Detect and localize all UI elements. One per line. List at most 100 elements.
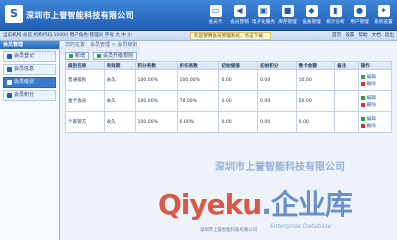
table-row: 普通级别 永久 100.00% 100.00% 0.00 0.00 10.00 …: [65, 69, 393, 91]
delete-link[interactable]: 删除: [360, 123, 389, 129]
cell-points-rate: 100.00%: [134, 111, 178, 133]
document-icon: [7, 93, 12, 98]
megaphone-icon: ◀: [233, 5, 246, 17]
edit-icon: [360, 116, 365, 121]
sidebar: 会员管理 会员登记 会员信息 会员级别 会员积分: [0, 41, 60, 240]
col-validity: 有效期: [103, 61, 136, 70]
edit-link[interactable]: 编辑: [360, 116, 389, 122]
sidebar-heading: 会员管理: [0, 41, 59, 49]
delete-link[interactable]: 删除: [360, 81, 389, 87]
nav-item-settings[interactable]: ✦ 系统设置: [372, 3, 395, 29]
cell-points-rate: 100.00%: [134, 69, 178, 91]
table-header-row: 级别名称 有效期 积分系数 折扣系数 初始储值 初始积分 售卡金额 备注 操作: [65, 61, 393, 70]
docs-link[interactable]: 文档: [372, 31, 381, 41]
company-logo: S: [5, 5, 23, 23]
cell-remark: [334, 90, 359, 112]
cell-actions: 编辑 删除: [357, 69, 393, 91]
cell-initial-balance: 0.00: [218, 69, 259, 91]
home-link[interactable]: 首页: [332, 31, 341, 41]
info-bar: 当前机构:总店 机构代码:10000 用户角色:管理员 字号 大 中 小 欢迎使…: [0, 31, 397, 41]
delete-icon: [360, 123, 365, 128]
document-icon: [7, 80, 12, 85]
table-row: 个家管方 永久 100.00% 6.00% 0.00 0.00 0.00 编辑 …: [65, 111, 393, 133]
monitor-icon: ▣: [257, 5, 270, 17]
nav-item-member-card[interactable]: ▭ 会员卡: [204, 3, 227, 29]
cell-initial-balance: 0.00: [218, 111, 259, 133]
app-header: S 深圳市上誉智能科技有限公司 ▭ 会员卡 ◀ 会员营销 ▣ 电子化服务 ■ 库存管理 …: [0, 0, 397, 31]
add-icon: [69, 53, 73, 58]
cell-validity: 永久: [103, 90, 136, 112]
new-button[interactable]: 新增: [65, 51, 90, 60]
cell-discount-rate: 100.00%: [176, 69, 220, 91]
edit-icon: [360, 95, 365, 100]
sidebar-item-member-points[interactable]: 会员积分: [3, 90, 56, 101]
col-actions: 操作: [357, 61, 393, 70]
cell-initial-points: 0.00: [257, 111, 297, 133]
member-level-table: 级别名称 有效期 积分系数 折扣系数 初始储值 初始积分 售卡金额 备注 操作 …: [65, 61, 393, 133]
edit-icon: [360, 74, 365, 79]
nav-item-users[interactable]: ● 用户管理: [348, 3, 371, 29]
cell-initial-points: 0.00: [257, 90, 297, 112]
sidebar-item-member-level[interactable]: 会员级别: [3, 77, 56, 88]
settings-link[interactable]: 设置: [345, 31, 354, 41]
edit-link[interactable]: 编辑: [360, 74, 389, 80]
document-icon: [7, 54, 12, 59]
nav-item-statistics[interactable]: ▮ 统计分析: [324, 3, 347, 29]
cell-actions: 编辑 删除: [357, 90, 393, 112]
cell-points-rate: 100.00%: [134, 90, 178, 112]
top-nav: ▭ 会员卡 ◀ 会员营销 ▣ 电子化服务 ■ 库存管理 ◆ 设备管理 ▮ 统计分析 ● 用户管…: [204, 3, 395, 29]
col-card-price: 售卡金额: [295, 61, 336, 70]
breadcrumb: 您的位置：会员管理 > 会员级别: [65, 42, 138, 48]
users-icon: ●: [353, 5, 366, 17]
card-icon: ▭: [209, 5, 222, 17]
cell-initial-points: 0.00: [257, 69, 297, 91]
cell-card-price: 10.00: [295, 69, 336, 91]
top-actions: 首页 设置 帮助 文档 退出: [332, 31, 394, 41]
cell-validity: 永久: [103, 69, 136, 91]
sidebar-item-member-register[interactable]: 会员登记: [3, 51, 56, 62]
nav-item-marketing[interactable]: ◀ 会员营销: [228, 3, 251, 29]
cell-discount-rate: 78.00%: [176, 90, 220, 112]
device-icon: ◆: [305, 5, 318, 17]
rules-icon: [97, 53, 102, 58]
table-row: 金卡会员 永久 100.00% 78.00% 0.00 0.00 20.00 编…: [65, 90, 393, 112]
cell-level-name: 个家管方: [65, 111, 105, 133]
cell-remark: [334, 111, 359, 133]
upgrade-rules-button[interactable]: 会员升级规则: [93, 51, 138, 60]
logout-link[interactable]: 退出: [385, 31, 394, 41]
col-discount-rate: 折扣系数: [176, 61, 220, 70]
toolbar: 新增 会员升级规则: [62, 50, 395, 61]
gear-icon: ✦: [377, 5, 390, 17]
nav-item-e-service[interactable]: ▣ 电子化服务: [252, 3, 275, 29]
user-info: 当前机构:总店 机构代码:10000 用户角色:管理员 字号 大 中 小: [3, 33, 133, 38]
col-level-name: 级别名称: [65, 61, 105, 70]
cell-actions: 编辑 删除: [357, 111, 393, 133]
sidebar-item-member-info[interactable]: 会员信息: [3, 64, 56, 75]
col-initial-balance: 初始储值: [218, 61, 259, 70]
footer: 深圳市上誉智能科技有限公司: [199, 228, 258, 233]
cell-level-name: 普通级别: [65, 69, 105, 91]
help-link[interactable]: 帮助: [358, 31, 367, 41]
cell-level-name: 金卡会员: [65, 90, 105, 112]
notice-banner[interactable]: 欢迎使用会员管理系统，点击下载...: [190, 32, 272, 40]
col-initial-points: 初始积分: [257, 61, 297, 70]
col-points-rate: 积分系数: [134, 61, 178, 70]
edit-link[interactable]: 编辑: [360, 95, 389, 101]
delete-icon: [360, 102, 365, 107]
cell-remark: [334, 69, 359, 91]
chart-icon: ▮: [329, 5, 342, 17]
document-icon: [7, 67, 12, 72]
delete-link[interactable]: 删除: [360, 102, 389, 108]
cell-card-price: 0.00: [295, 111, 336, 133]
cell-initial-balance: 0.00: [218, 90, 259, 112]
nav-item-device[interactable]: ◆ 设备管理: [300, 3, 323, 29]
cell-discount-rate: 6.00%: [176, 111, 220, 133]
box-icon: ■: [281, 5, 294, 17]
col-remark: 备注: [334, 61, 359, 70]
watermark-logo: Qiyeku.企业库: [158, 188, 353, 221]
delete-icon: [360, 81, 365, 86]
company-name: 深圳市上誉智能科技有限公司: [26, 10, 134, 20]
cell-card-price: 20.00: [295, 90, 336, 112]
nav-item-inventory[interactable]: ■ 库存管理: [276, 3, 299, 29]
cell-validity: 永久: [103, 111, 136, 133]
